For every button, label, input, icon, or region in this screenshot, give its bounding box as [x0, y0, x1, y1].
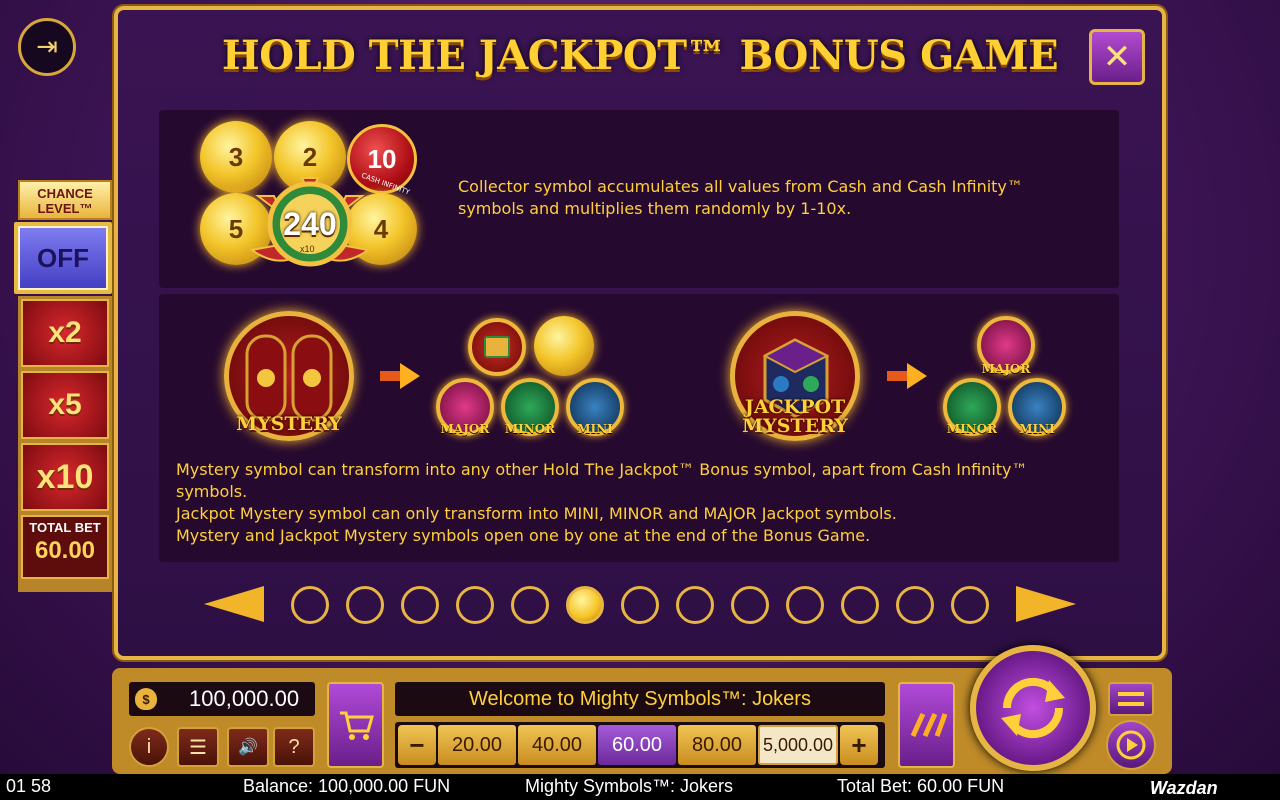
spin-button[interactable] — [970, 645, 1096, 771]
max-bet-option[interactable]: 5,000.00 — [758, 725, 838, 765]
sound-icon: 🔊 — [238, 739, 258, 756]
page-dot[interactable] — [951, 586, 989, 624]
close-button[interactable]: ✕ — [1089, 29, 1145, 85]
chance-multiplier-x10[interactable]: x10 — [21, 443, 109, 511]
page-dot[interactable] — [896, 586, 934, 624]
close-icon: ✕ — [1102, 37, 1132, 77]
mystery-description-line: Jackpot Mystery symbol can only transfor… — [176, 504, 897, 523]
page-dot[interactable] — [401, 586, 439, 624]
mystery-description-line: Mystery and Jackpot Mystery symbols open… — [176, 526, 871, 545]
status-bar: 01 58 Balance: 100,000.00 FUN Mighty Sym… — [0, 774, 1280, 800]
bet-selector: − 20.00 40.00 60.00 80.00 5,000.00 + — [395, 722, 885, 768]
chance-total-bet-value: 60.00 — [34, 537, 96, 564]
bet-option[interactable]: 80.00 — [678, 725, 756, 765]
page-dot-active[interactable] — [566, 586, 604, 624]
chance-multiplier-x5[interactable]: x5 — [21, 371, 109, 439]
mystery-description: Mystery symbol can transform into any ot… — [176, 459, 1101, 547]
previous-page-arrow-icon[interactable] — [204, 586, 264, 622]
status-game-name: Mighty Symbols™: Jokers — [525, 776, 734, 796]
plus-icon: + — [851, 729, 867, 760]
cash-coin-icon — [534, 316, 594, 376]
bet-option[interactable]: 40.00 — [518, 725, 596, 765]
autoplay-button[interactable] — [1106, 720, 1156, 770]
chance-level-off-button[interactable]: OFF — [14, 222, 112, 294]
balance-display: $ 100,000.00 — [129, 682, 315, 716]
decrease-bet-button[interactable]: − — [398, 725, 436, 765]
pagination-dots — [291, 586, 989, 624]
page-dot[interactable] — [621, 586, 659, 624]
spin-refresh-icon — [1001, 677, 1065, 739]
settings-sliders-icon — [1118, 692, 1144, 706]
arrow-right-icon — [887, 363, 927, 389]
chance-total-bet-label: TOTAL BET — [29, 520, 101, 535]
page-dot[interactable] — [346, 586, 384, 624]
chance-level-options: x2 x5 x10 TOTAL BET 60.00 — [18, 296, 112, 592]
page-dot[interactable] — [841, 586, 879, 624]
bet-option[interactable]: 20.00 — [438, 725, 516, 765]
page-dot[interactable] — [786, 586, 824, 624]
chance-total-bet: TOTAL BET 60.00 — [21, 515, 109, 579]
collector-description: Collector symbol accumulates all values … — [458, 177, 1023, 218]
next-page-arrow-icon[interactable] — [1016, 586, 1076, 622]
increase-bet-button[interactable]: + — [840, 725, 878, 765]
autoplay-settings-button[interactable] — [1108, 682, 1154, 716]
mystery-symbol-label: MYSTERY — [236, 413, 342, 435]
chance-level-label: CHANCE LEVEL™ — [18, 180, 112, 220]
chili-pepper-icon — [910, 712, 947, 738]
page-title: HOLD THE JACKPOT™ BONUS GAME — [221, 32, 1059, 79]
money-bag-icon: $ — [135, 688, 157, 710]
mini-label: MINI — [577, 422, 613, 436]
major-label: MAJOR — [981, 362, 1031, 376]
bet-option-selected[interactable]: 60.00 — [598, 725, 676, 765]
chance-multiplier-x2[interactable]: x2 — [21, 299, 109, 367]
buy-feature-button[interactable] — [327, 682, 384, 768]
status-total-bet: Total Bet: 60.00 FUN — [837, 776, 1005, 796]
menu-button[interactable]: ☰ — [177, 727, 219, 767]
clock: 01 58 — [6, 776, 52, 796]
info-icon: i — [146, 735, 152, 758]
mini-label: MINI — [1019, 422, 1055, 436]
page-dot[interactable] — [291, 586, 329, 624]
balance-value: 100,000.00 — [189, 686, 300, 711]
page-dot[interactable] — [731, 586, 769, 624]
help-icon: ? — [288, 735, 300, 758]
volatility-button[interactable] — [898, 682, 955, 768]
brand-name: Wazdan — [1150, 778, 1218, 798]
sound-button[interactable]: 🔊 — [227, 727, 269, 767]
page-dot[interactable] — [676, 586, 714, 624]
shopping-cart-icon — [339, 711, 374, 740]
collector-multiplier: x10 — [300, 244, 315, 254]
collector-value: 240 — [283, 205, 337, 242]
chance-level-off-label: OFF — [18, 226, 108, 290]
menu-icon: ☰ — [189, 736, 207, 759]
play-icon — [1116, 730, 1146, 760]
collector-mini-icon — [468, 318, 526, 376]
mystery-description-line: Mystery symbol can transform into any ot… — [176, 460, 1028, 501]
page-dot[interactable] — [456, 586, 494, 624]
page-dot[interactable] — [511, 586, 549, 624]
jackpot-mystery-label: JACKPOT MYSTERY — [742, 396, 848, 437]
arrow-right-icon — [380, 363, 420, 389]
help-button[interactable]: ? — [273, 727, 315, 767]
status-balance: Balance: 100,000.00 FUN — [243, 776, 451, 796]
minus-icon: − — [409, 729, 425, 760]
message-bar: Welcome to Mighty Symbols™: Jokers — [395, 682, 885, 716]
info-button[interactable]: i — [129, 727, 169, 767]
